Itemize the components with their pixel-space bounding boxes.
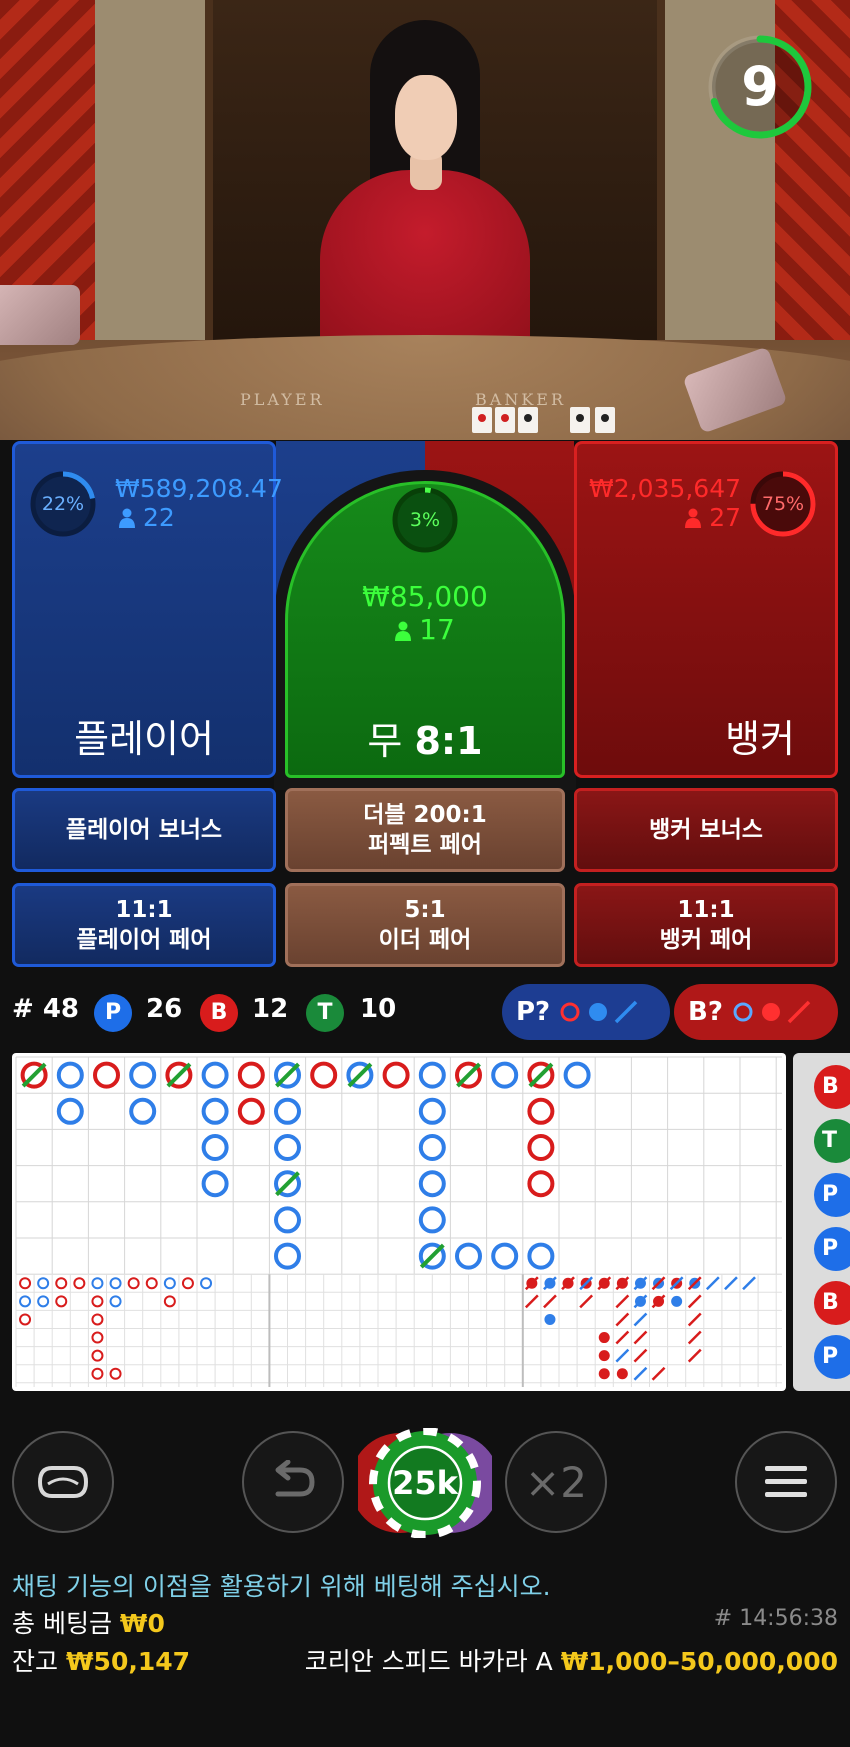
banker-bonus-label: 뱅커 보너스 [649, 817, 763, 843]
banker-win-badge: B [200, 994, 238, 1032]
player-bettor-number: 22 [143, 503, 175, 532]
banker-pair-bet[interactable]: 11:1 뱅커 페어 [574, 883, 838, 967]
predict-player-label: P? [516, 997, 551, 1027]
either-pair-label: 이더 페어 [378, 927, 472, 953]
tie-bet-zone[interactable]: 3% ₩85,000 17 무 8:1 [285, 481, 565, 778]
bead-preview-dot: P [814, 1335, 850, 1379]
banker-percent: 75% [761, 493, 805, 515]
person-icon [119, 508, 135, 528]
menu-button[interactable] [735, 1431, 837, 1533]
chip-selector[interactable]: 25k [350, 1427, 500, 1539]
person-icon [395, 621, 412, 641]
tie-total-amount: ₩85,000 [362, 580, 488, 613]
tie-win-count: 10 [360, 994, 397, 1024]
player-pair-label: 플레이어 페어 [76, 927, 212, 953]
tie-payout: 8:1 [414, 719, 483, 763]
player-win-count: 26 [146, 994, 183, 1024]
balance: 잔고 ₩50,147 [12, 1642, 190, 1678]
dealer [300, 20, 550, 380]
player-pair-bet[interactable]: 11:1 플레이어 페어 [12, 883, 276, 967]
bead-preview-dot: T [814, 1119, 850, 1163]
player-percent: 22% [41, 493, 85, 515]
bead-road-preview[interactable]: BTPPBP [793, 1053, 850, 1391]
card [472, 407, 492, 433]
table-player-label: PLAYER [240, 390, 325, 409]
banker-bettor-count: 27 [685, 503, 741, 532]
total-bet-label: 총 베팅금 [12, 1609, 112, 1638]
tie-label-text: 무 [367, 719, 403, 763]
chat-hint: 채팅 기능의 이점을 활용하기 위해 베팅해 주십시오. [12, 1572, 551, 1601]
player-win-badge: P [94, 994, 132, 1032]
perfect-pair-bet[interactable]: 더블 200:1 퍼펙트 페어 [285, 788, 565, 872]
bead-preview-dot: P [814, 1227, 850, 1271]
player-percent-ring: 22% [27, 468, 99, 540]
card [570, 407, 590, 433]
balance-label: 잔고 [12, 1647, 59, 1676]
double-icon: ×2 [525, 1457, 587, 1507]
player-bonus-bet[interactable]: 플레이어 보너스 [12, 788, 276, 872]
predict-banker-button[interactable]: B? [674, 984, 838, 1040]
table-limits: ₩1,000–50,000,000 [560, 1647, 838, 1676]
player-bettor-count: 22 [119, 503, 175, 532]
total-bet-value: ₩0 [119, 1609, 165, 1638]
tie-bettor-count: 17 [288, 613, 562, 646]
predict-banker-icons [733, 1000, 811, 1024]
countdown-timer: 9 [705, 32, 815, 142]
bead-preview-dot: P [814, 1173, 850, 1217]
table-view-button[interactable] [12, 1431, 114, 1533]
balance-value: ₩50,147 [65, 1647, 191, 1676]
player-bonus-label: 플레이어 보너스 [65, 817, 223, 843]
tie-percent: 3% [409, 509, 441, 531]
banker-win-count: 12 [252, 994, 289, 1024]
banker-pair-label: 뱅커 페어 [659, 927, 753, 953]
either-pair-payout: 5:1 [404, 897, 446, 923]
predict-player-button[interactable]: P? [502, 984, 670, 1040]
tie-bettor-number: 17 [419, 613, 455, 646]
tie-zone-label: 무 8:1 [288, 710, 562, 765]
bead-preview-dot: B [814, 1281, 850, 1325]
card [495, 407, 515, 433]
countdown-number: 9 [741, 55, 779, 118]
banker-bet-zone[interactable]: 75% ₩2,035,647 27 뱅커 [574, 441, 838, 778]
double-bet-button[interactable]: ×2 [505, 1431, 607, 1533]
card [595, 407, 615, 433]
menu-icon [765, 1466, 807, 1497]
bead-preview-dot: B [814, 1065, 850, 1109]
either-pair-bet[interactable]: 5:1 이더 페어 [285, 883, 565, 967]
predict-player-icons [560, 1000, 638, 1024]
table-info[interactable]: 코리안 스피드 바카라 A ₩1,000–50,000,000 [305, 1642, 838, 1678]
stats-bar: # 48 P 26 B 12 T 10 P? B? [12, 982, 838, 1042]
player-zone-label: 플레이어 [74, 717, 214, 761]
table-name: 코리안 스피드 바카라 A [304, 1647, 553, 1676]
banker-percent-ring: 75% [747, 468, 819, 540]
undo-button[interactable] [242, 1431, 344, 1533]
banker-bonus-bet[interactable]: 뱅커 보너스 [574, 788, 838, 872]
perfect-pair-label: 퍼펙트 페어 [368, 832, 482, 858]
predict-banker-label: B? [688, 997, 723, 1027]
person-icon [685, 508, 702, 528]
banker-zone-label: 뱅커 [725, 717, 795, 761]
banker-bettor-number: 27 [709, 503, 741, 532]
live-video-stream: PLAYER BANKER 9 [0, 0, 850, 440]
table-view-icon [37, 1466, 89, 1498]
undo-icon [275, 1460, 315, 1497]
decor-wall-left [95, 0, 205, 340]
round-number: # 48 [12, 994, 80, 1024]
player-total-amount: ₩589,208.47 [115, 474, 283, 503]
player-bet-zone[interactable]: 22% ₩589,208.47 22 플레이어 [12, 441, 283, 778]
chip-value: 25k [392, 1464, 458, 1502]
scoreboard-roads[interactable] [12, 1053, 786, 1391]
player-pair-payout: 11:1 [115, 897, 173, 923]
road-grid [15, 1056, 782, 1387]
total-bet: 총 베팅금 ₩0 [12, 1604, 165, 1640]
tie-percent-ring: 3% [389, 484, 461, 556]
tie-win-badge: T [306, 994, 344, 1032]
card [518, 407, 538, 433]
banker-pair-payout: 11:1 [677, 897, 735, 923]
banker-total-amount: ₩2,035,647 [589, 474, 741, 503]
perfect-pair-payout: 더블 200:1 [363, 802, 487, 828]
round-id: # 14:56:38 [713, 1606, 838, 1631]
card-shoe-left [0, 285, 80, 345]
